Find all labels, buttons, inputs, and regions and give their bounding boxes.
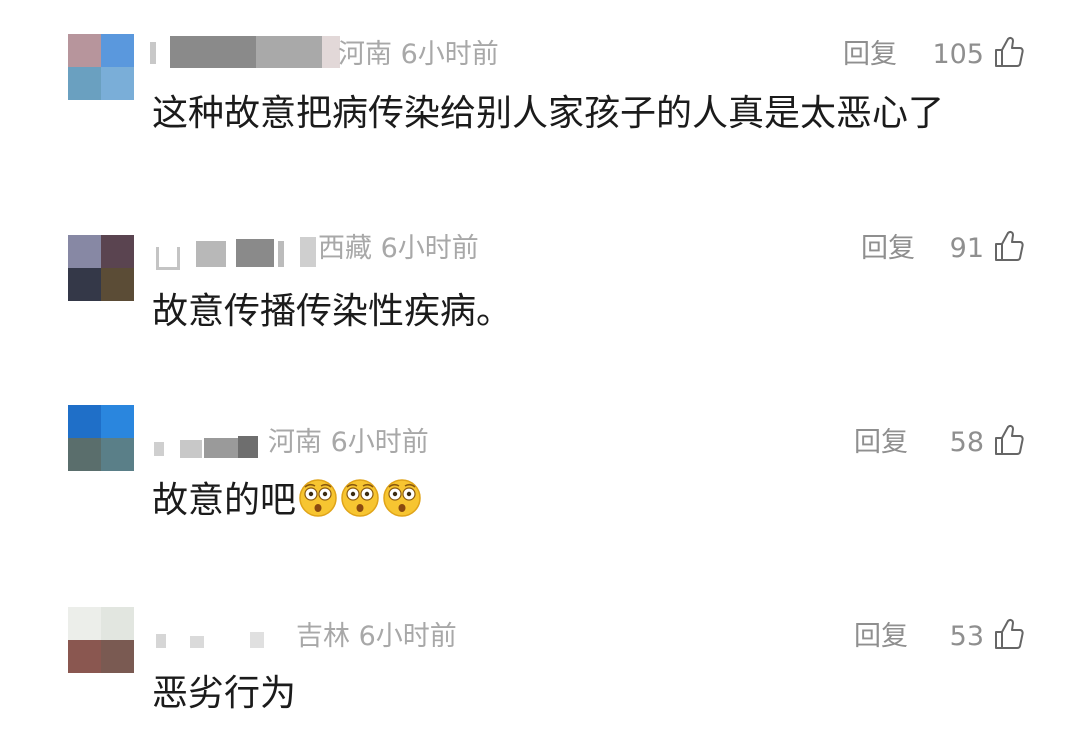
avatar[interactable] xyxy=(68,405,134,471)
comment-text-body: 故意的吧 xyxy=(152,480,297,521)
location-time: 河南 6小时前 xyxy=(268,426,429,460)
shocked-face-emoji-icon xyxy=(299,479,337,517)
like-count: 58 xyxy=(949,427,984,458)
username-redacted[interactable] xyxy=(150,622,300,656)
comment-text: 故意传播传染性疾病。 xyxy=(152,291,513,332)
timestamp: 6小时前 xyxy=(330,427,429,458)
comment-text: 故意的吧 xyxy=(152,477,422,525)
reply-button[interactable]: 回复 xyxy=(861,232,915,266)
location-time: 西藏 6小时前 xyxy=(318,232,479,266)
reply-button[interactable]: 回复 xyxy=(854,620,908,654)
shocked-face-emoji-icon xyxy=(341,479,379,517)
avatar[interactable] xyxy=(68,607,134,673)
location: 吉林 xyxy=(296,621,350,652)
location: 西藏 xyxy=(318,233,372,264)
avatar[interactable] xyxy=(68,235,134,301)
thumbs-up-icon[interactable] xyxy=(994,230,1024,262)
like-count: 53 xyxy=(949,621,984,652)
username-redacted[interactable] xyxy=(150,235,320,270)
comment-item: 吉林 6小时前 回复 53 恶劣行为 xyxy=(0,0,1080,714)
timestamp: 6小时前 xyxy=(358,621,457,652)
timestamp: 6小时前 xyxy=(380,233,479,264)
reply-button[interactable]: 回复 xyxy=(854,426,908,460)
thumbs-up-icon[interactable] xyxy=(994,424,1024,456)
thumbs-up-icon[interactable] xyxy=(994,618,1024,650)
location-time: 吉林 6小时前 xyxy=(296,620,457,654)
like-count: 91 xyxy=(949,233,984,264)
comment-text: 恶劣行为 xyxy=(152,673,297,714)
shocked-face-emoji-icon xyxy=(383,479,421,517)
location: 河南 xyxy=(268,427,322,458)
